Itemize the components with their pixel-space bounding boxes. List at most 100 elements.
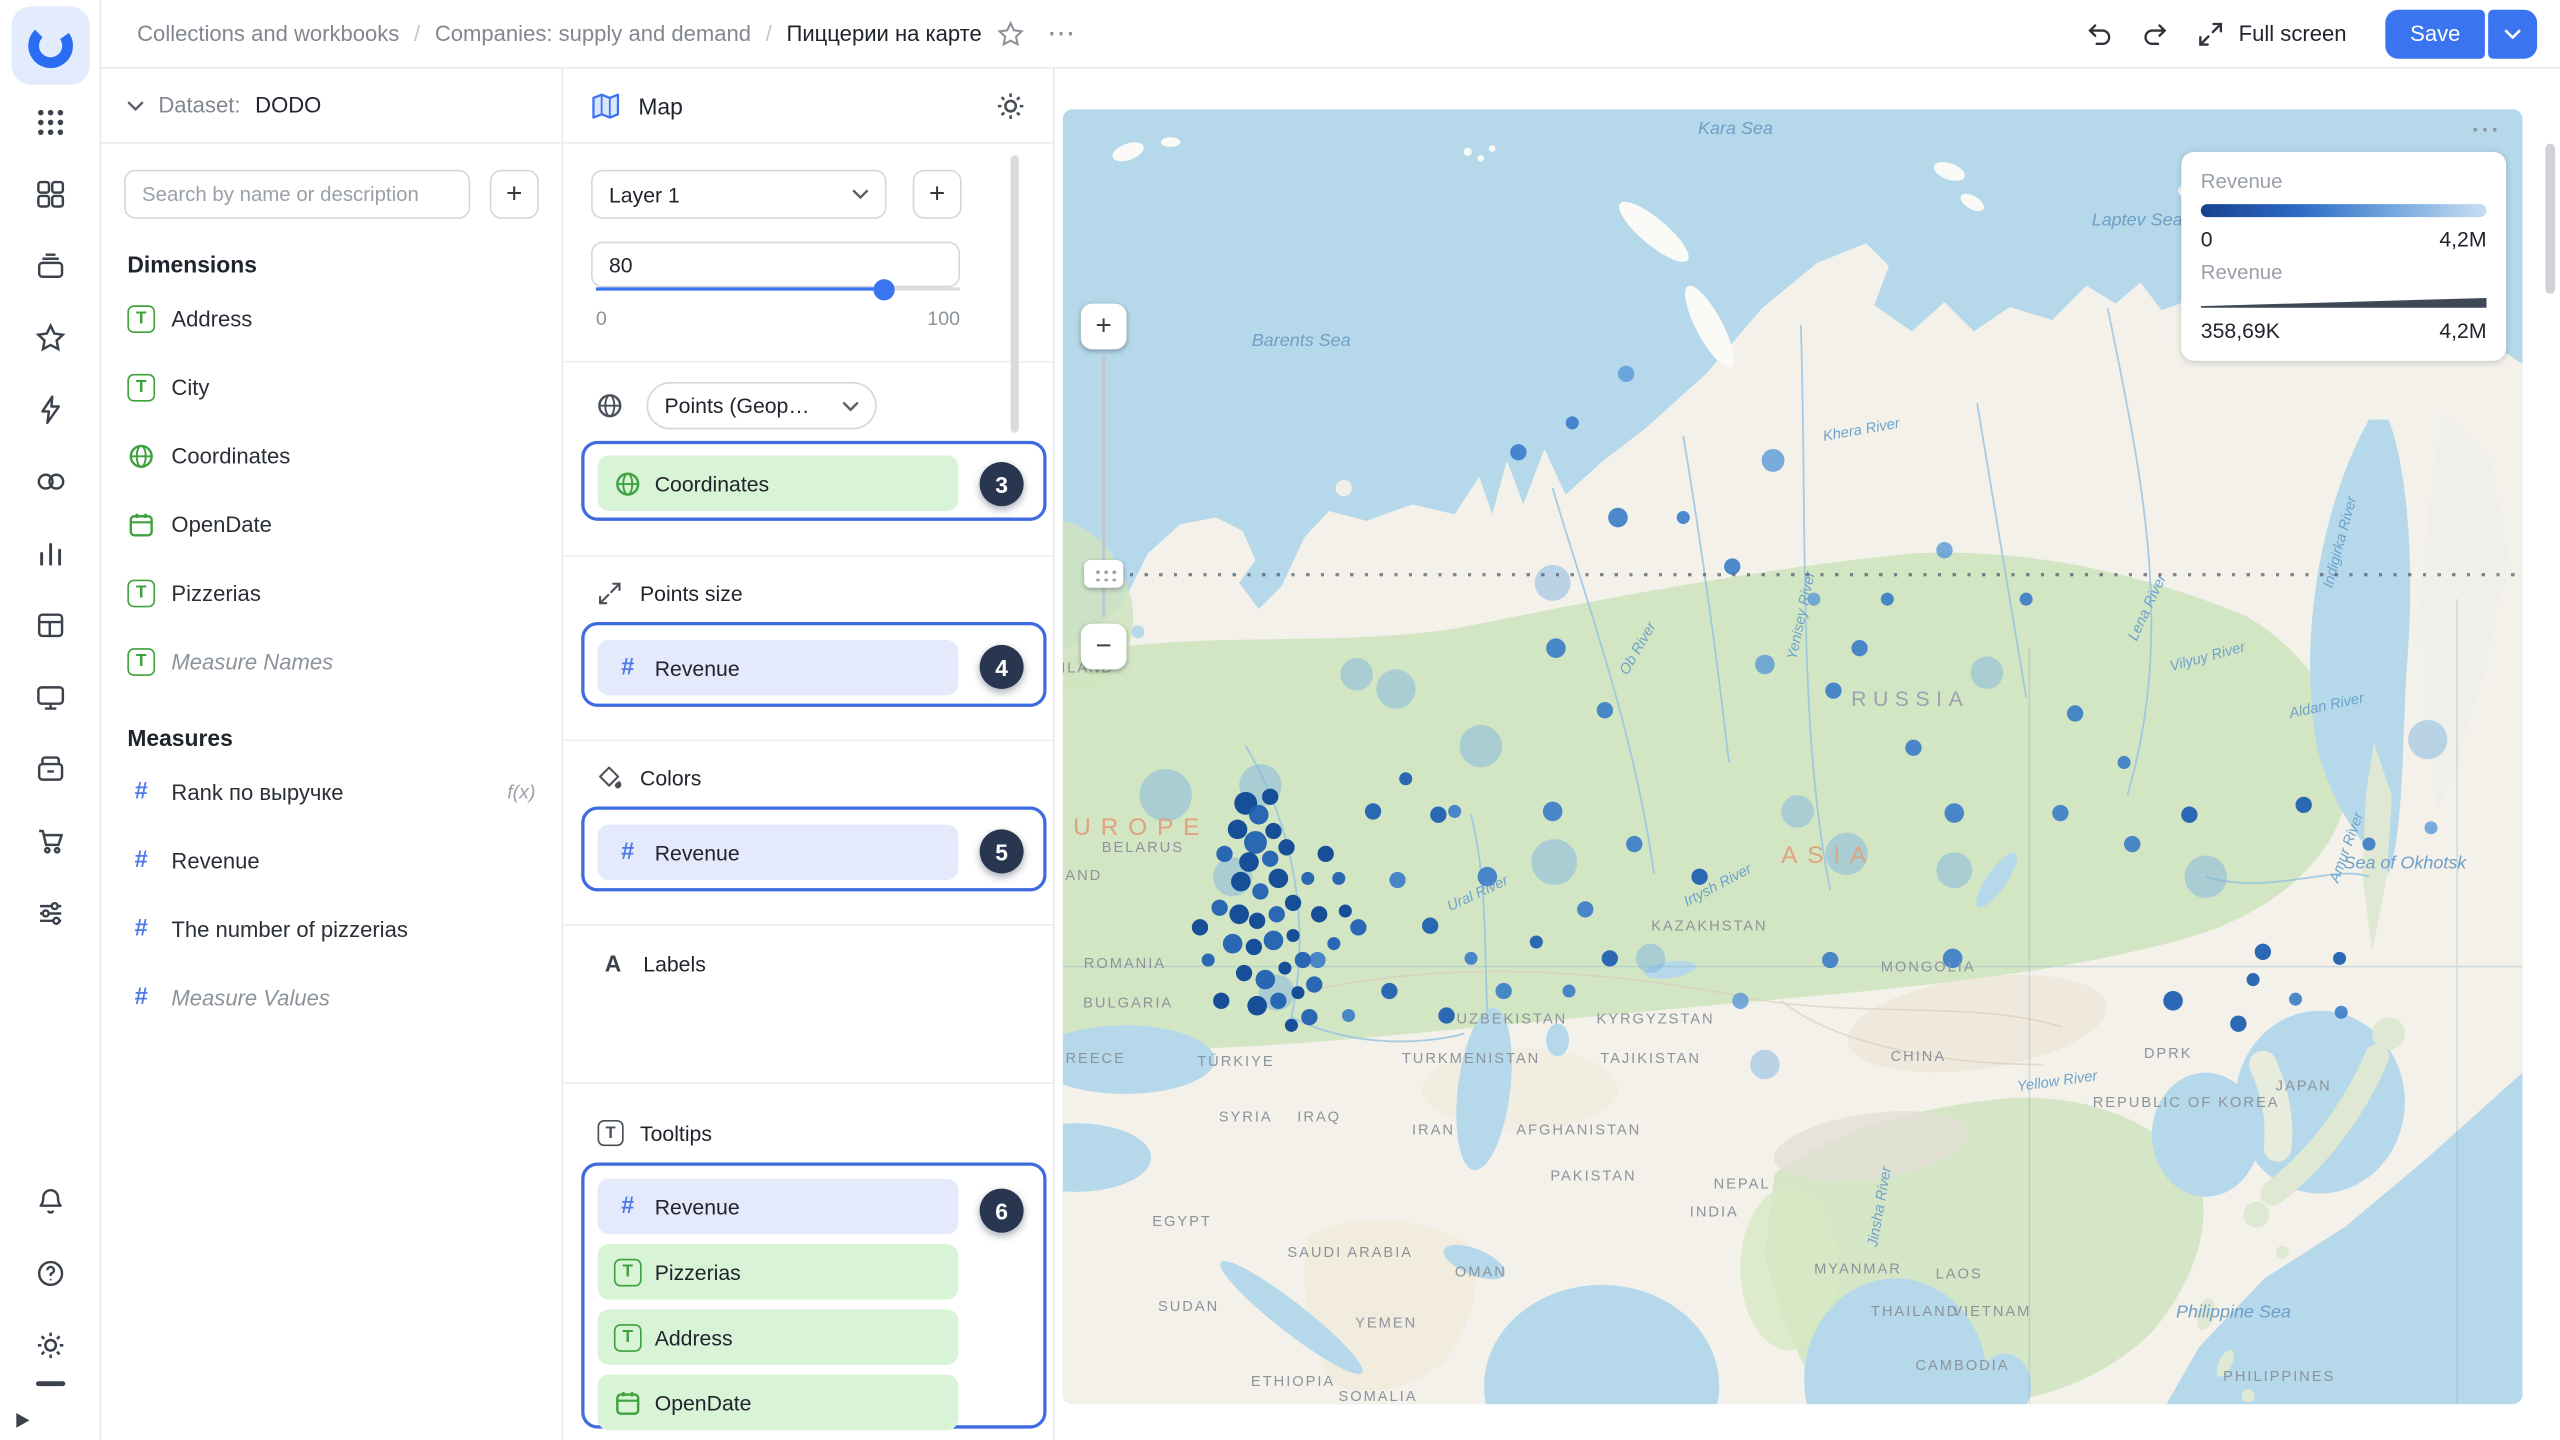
map-point[interactable]	[2424, 821, 2438, 835]
map-point[interactable]	[1635, 943, 1666, 974]
field-city[interactable]: T City	[101, 353, 561, 422]
field-measure-names[interactable]: T Measure Names	[101, 627, 561, 696]
gear-icon[interactable]	[33, 1329, 66, 1362]
breadcrumb-collections[interactable]: Collections and workbooks	[137, 21, 399, 45]
map-point[interactable]	[1448, 804, 1462, 818]
datalens-logo[interactable]	[10, 6, 89, 85]
map-point[interactable]	[1248, 804, 1269, 825]
chip-coordinates[interactable]: Coordinates	[597, 455, 959, 512]
map-point[interactable]	[1942, 948, 1963, 969]
geotype-select[interactable]: Points (Geop…	[646, 382, 877, 430]
map-point[interactable]	[1248, 912, 1266, 929]
map-point[interactable]	[1291, 986, 1305, 1000]
circles-icon[interactable]	[33, 465, 66, 498]
map-point[interactable]	[1510, 444, 1527, 461]
save-button[interactable]: Save	[2385, 8, 2485, 58]
map-point[interactable]	[1822, 951, 1839, 969]
map-point[interactable]	[2124, 835, 2141, 853]
map-point[interactable]	[1262, 788, 1279, 805]
map-point[interactable]	[1608, 507, 1628, 528]
map-point[interactable]	[1936, 852, 1973, 889]
map-point[interactable]	[1546, 638, 1566, 658]
map-point[interactable]	[1270, 992, 1287, 1009]
map-point[interactable]	[1880, 592, 1894, 606]
save-menu-button[interactable]	[2488, 8, 2538, 58]
map-point[interactable]	[1327, 937, 1341, 951]
map-point[interactable]	[1231, 871, 1251, 892]
map-point[interactable]	[1201, 953, 1215, 967]
map-point[interactable]	[1851, 639, 1868, 657]
map-point[interactable]	[1825, 832, 1868, 876]
bar-chart-icon[interactable]	[33, 537, 66, 570]
opacity-input[interactable]	[591, 241, 960, 288]
field-opendate[interactable]: OpenDate	[101, 490, 561, 559]
map-point[interactable]	[1284, 894, 1302, 912]
map-point[interactable]	[1294, 951, 1312, 969]
all-services-grid-icon[interactable]	[33, 106, 66, 139]
map-point[interactable]	[1342, 1008, 1356, 1023]
map-point[interactable]	[1750, 1049, 1780, 1080]
map-point[interactable]	[1422, 917, 1439, 934]
breadcrumb-workbook[interactable]: Companies: supply and demand	[435, 21, 751, 45]
bell-icon[interactable]	[33, 1185, 66, 1218]
fullscreen-button[interactable]: Full screen	[2196, 19, 2346, 48]
add-layer-button[interactable]: +	[912, 169, 962, 219]
table-icon[interactable]	[33, 609, 66, 642]
map-point[interactable]	[2230, 1015, 2247, 1032]
map-point[interactable]	[1252, 883, 1269, 900]
chip-tooltip-pizzerias[interactable]: T Pizzerias	[597, 1244, 959, 1300]
opacity-slider[interactable]	[595, 279, 960, 301]
undo-icon[interactable]	[2085, 19, 2114, 48]
help-icon[interactable]	[33, 1257, 66, 1290]
map-point[interactable]	[1691, 868, 1708, 885]
squares-grid-icon[interactable]	[33, 178, 66, 211]
map-point[interactable]	[2362, 837, 2376, 851]
map-point[interactable]	[1139, 768, 1192, 822]
map-point[interactable]	[1389, 871, 1406, 889]
map-point[interactable]	[1309, 951, 1326, 969]
dataset-header[interactable]: Dataset: DODO	[101, 69, 562, 144]
map-point[interactable]	[1306, 976, 1323, 993]
chip-tooltip-revenue[interactable]: # Revenue	[597, 1178, 959, 1235]
chart-type-title[interactable]: Map	[638, 92, 682, 118]
map-point[interactable]	[2408, 719, 2448, 760]
ruler-handle[interactable]	[1084, 559, 1124, 588]
map-point[interactable]	[1459, 724, 1503, 768]
map-point[interactable]	[1278, 839, 1295, 856]
map-point[interactable]	[1376, 669, 1416, 709]
layer-select[interactable]: Layer 1	[591, 169, 887, 219]
map-point[interactable]	[1239, 852, 1259, 872]
map-point[interactable]	[1340, 657, 1374, 691]
map-point[interactable]	[1399, 772, 1413, 786]
map-point[interactable]	[1211, 899, 1228, 916]
monitor-icon[interactable]	[33, 681, 66, 714]
map-point[interactable]	[1245, 938, 1263, 956]
map-point[interactable]	[1781, 795, 1814, 828]
archive-icon[interactable]	[33, 753, 66, 786]
add-field-button[interactable]: +	[489, 169, 539, 219]
map-point[interactable]	[1970, 656, 2004, 689]
map-point[interactable]	[1905, 739, 1922, 756]
map-point[interactable]	[1262, 850, 1279, 867]
map-point[interactable]	[1617, 365, 1635, 383]
map-point[interactable]	[2052, 804, 2069, 822]
page-scrollbar[interactable]	[2545, 143, 2556, 294]
field-pizzerias[interactable]: T Pizzerias	[101, 558, 561, 627]
map-point[interactable]	[1191, 919, 1209, 936]
map-point[interactable]	[1531, 839, 1578, 885]
map-point[interactable]	[1477, 866, 1498, 887]
map-point[interactable]	[1284, 1018, 1298, 1032]
map-point[interactable]	[1301, 1008, 1318, 1026]
cart-icon[interactable]	[33, 824, 66, 857]
map-point[interactable]	[1350, 919, 1367, 936]
map-point[interactable]	[1596, 702, 1614, 719]
map-point[interactable]	[1311, 906, 1328, 923]
chip-colors-revenue[interactable]: # Revenue	[597, 824, 959, 880]
map-point[interactable]	[1222, 933, 1243, 954]
map-point[interactable]	[1732, 992, 1749, 1009]
slider-thumb[interactable]	[873, 279, 895, 301]
map-point[interactable]	[1216, 845, 1233, 863]
chip-tooltip-address[interactable]: T Address	[597, 1309, 959, 1365]
lightning-icon[interactable]	[33, 393, 66, 426]
map-point[interactable]	[2246, 973, 2260, 987]
